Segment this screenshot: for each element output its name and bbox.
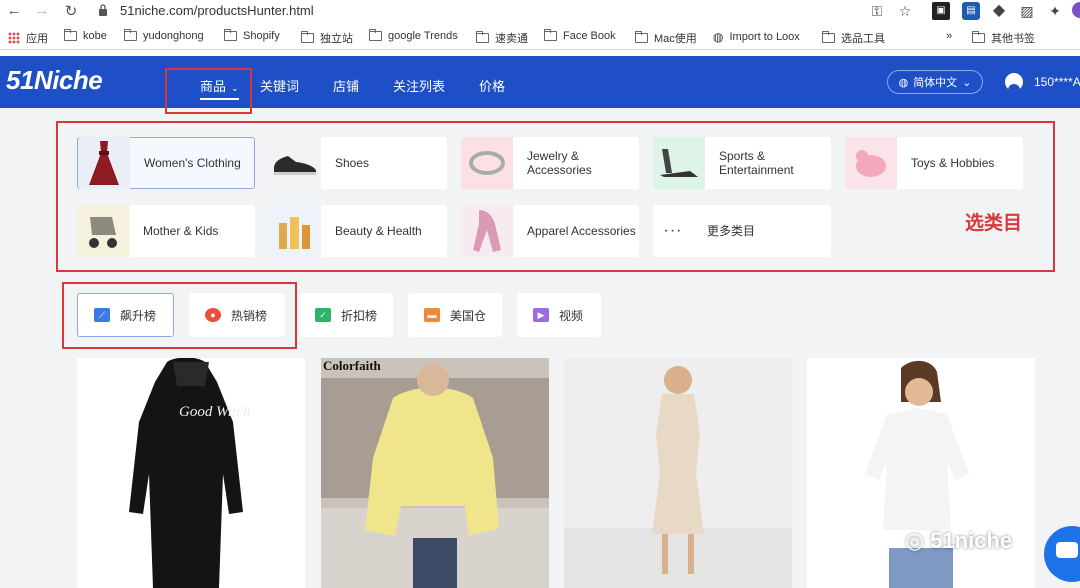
folder-icon <box>476 31 489 43</box>
category-card[interactable]: Toys & Hobbies <box>845 137 1023 189</box>
toy-icon <box>845 137 897 189</box>
user-avatar-icon[interactable] <box>1005 73 1023 91</box>
truck-icon: ▬ <box>424 308 440 322</box>
tab-rising[interactable]: ⟋ 飙升榜 <box>77 293 174 337</box>
back-arrow-icon[interactable]: ← <box>4 2 24 19</box>
nav-watchlist[interactable]: 关注列表 <box>393 76 445 95</box>
bookmark-item[interactable]: yudonghong <box>124 29 204 42</box>
folder-icon <box>544 29 557 41</box>
hot-icon: ● <box>205 308 221 322</box>
lock-icon <box>99 4 107 16</box>
folder-icon <box>64 29 77 41</box>
discount-icon: ✓ <box>315 308 331 322</box>
treadmill-icon <box>653 137 705 189</box>
folder-icon <box>822 31 835 43</box>
bookmark-item[interactable]: 选品工具 <box>822 30 885 46</box>
chevron-down-icon: ⌄ <box>962 76 972 89</box>
category-card[interactable]: Apparel Accessories <box>461 205 639 257</box>
folder-icon <box>124 29 137 41</box>
globe-icon: ◍ <box>713 30 724 44</box>
tab-hot-selling[interactable]: ● 热销榜 <box>189 293 285 337</box>
puzzle-icon[interactable]: ✦ <box>1046 2 1064 20</box>
bookmark-item[interactable]: ◍ Import to Loox <box>713 30 800 44</box>
bookmark-star-icon[interactable]: ☆ <box>896 2 914 20</box>
tab-us-warehouse[interactable]: ▬ 美国仓 <box>408 293 502 337</box>
product-yellow-sweater-image: Colorfaith <box>321 358 549 588</box>
folder-icon <box>301 31 314 43</box>
bookmark-item[interactable]: Face Book <box>544 29 616 42</box>
evernote-icon[interactable]: ◆ <box>990 2 1008 20</box>
extension-icon[interactable]: ▤ <box>962 2 980 20</box>
annotation-highlight-box <box>165 68 252 114</box>
watermark: ◎ 51niche <box>905 528 1013 553</box>
browser-chrome: ← → ↻ 51niche.com/productsHunter.html ⚿ … <box>0 0 1080 56</box>
bookmarks-bar: 应用 kobe yudonghong Shopify 独立站 google Tr… <box>0 26 1080 50</box>
folder-icon <box>635 31 648 43</box>
product-card[interactable]: Good Witch <box>77 358 305 588</box>
category-card-more[interactable]: ··· 更多类目 <box>653 205 831 257</box>
address-bar-row: ← → ↻ 51niche.com/productsHunter.html ⚿ … <box>0 0 1080 24</box>
nav-keywords[interactable]: 关键词 <box>260 76 299 95</box>
cosmetics-icon <box>269 205 321 257</box>
other-bookmarks[interactable]: 其他书签 <box>972 30 1035 46</box>
video-icon: ▶ <box>533 308 549 322</box>
product-image-text: Colorfaith <box>323 358 382 373</box>
chat-bubble-icon <box>1056 542 1078 558</box>
bookmark-item[interactable]: google Trends <box>369 29 458 42</box>
scarf-icon <box>461 205 513 257</box>
shoe-icon <box>269 137 321 189</box>
tab-video[interactable]: ▶ 视频 <box>517 293 601 337</box>
bookmark-item[interactable]: Mac使用 <box>635 30 697 46</box>
category-card[interactable]: Women's Clothing <box>77 137 255 189</box>
category-card[interactable]: Beauty & Health <box>269 205 447 257</box>
extension-icon[interactable]: ▣ <box>932 2 950 20</box>
bracelet-icon <box>461 137 513 189</box>
bookmark-item[interactable]: Shopify <box>224 29 280 42</box>
bookmark-item[interactable]: 速卖通 <box>476 30 528 46</box>
reload-icon[interactable]: ↻ <box>61 2 81 20</box>
folder-icon <box>224 29 237 41</box>
nav-pricing[interactable]: 价格 <box>479 76 505 95</box>
bookmark-item[interactable]: kobe <box>64 29 107 42</box>
product-beige-knit-dress-image <box>564 358 792 588</box>
category-card[interactable]: Shoes <box>269 137 447 189</box>
tab-discount[interactable]: ✓ 折扣榜 <box>299 293 393 337</box>
product-black-hoodie-dress-image: Good Witch <box>77 358 305 588</box>
bookmark-item[interactable]: 应用 <box>8 30 48 46</box>
site-logo[interactable]: 51Niche <box>6 65 103 96</box>
key-icon[interactable]: ⚿ <box>868 2 886 20</box>
image-icon[interactable]: ▨ <box>1018 2 1036 20</box>
nav-stores[interactable]: 店铺 <box>333 76 359 95</box>
language-selector[interactable]: ◍ 简体中文 ⌄ <box>887 70 983 94</box>
trend-chart-icon: ⟋ <box>94 308 110 322</box>
wechat-icon: ◎ <box>905 528 925 553</box>
globe-icon: ◍ <box>898 76 909 89</box>
category-card[interactable]: Sports & Entertainment <box>653 137 831 189</box>
site-header: 51Niche 商品 ⌄ 关键词 店铺 关注列表 价格 ◍ 简体中文 ⌄ 150***… <box>0 56 1080 108</box>
product-card[interactable] <box>564 358 792 588</box>
url-text[interactable]: 51niche.com/productsHunter.html <box>120 3 314 18</box>
chat-button[interactable] <box>1044 526 1080 582</box>
bookmark-item[interactable]: 独立站 <box>301 30 353 46</box>
folder-icon <box>369 29 382 41</box>
product-card[interactable]: Colorfaith <box>321 358 549 588</box>
product-image-text: Good Witch <box>179 404 250 420</box>
user-name[interactable]: 150****A <box>1034 75 1080 89</box>
profile-icon[interactable] <box>1072 2 1080 18</box>
bookmarks-overflow-button[interactable]: » <box>946 30 952 42</box>
category-card[interactable]: Mother & Kids <box>77 205 255 257</box>
category-card[interactable]: Jewelry & Accessories <box>461 137 639 189</box>
stroller-icon <box>77 205 129 257</box>
annotation-label: 选类目 <box>965 213 1023 234</box>
folder-icon <box>972 31 985 43</box>
apps-grid-icon <box>8 32 20 44</box>
dress-icon <box>78 137 130 189</box>
more-dots-icon: ··· <box>653 205 693 257</box>
forward-arrow-icon[interactable]: → <box>32 2 52 19</box>
